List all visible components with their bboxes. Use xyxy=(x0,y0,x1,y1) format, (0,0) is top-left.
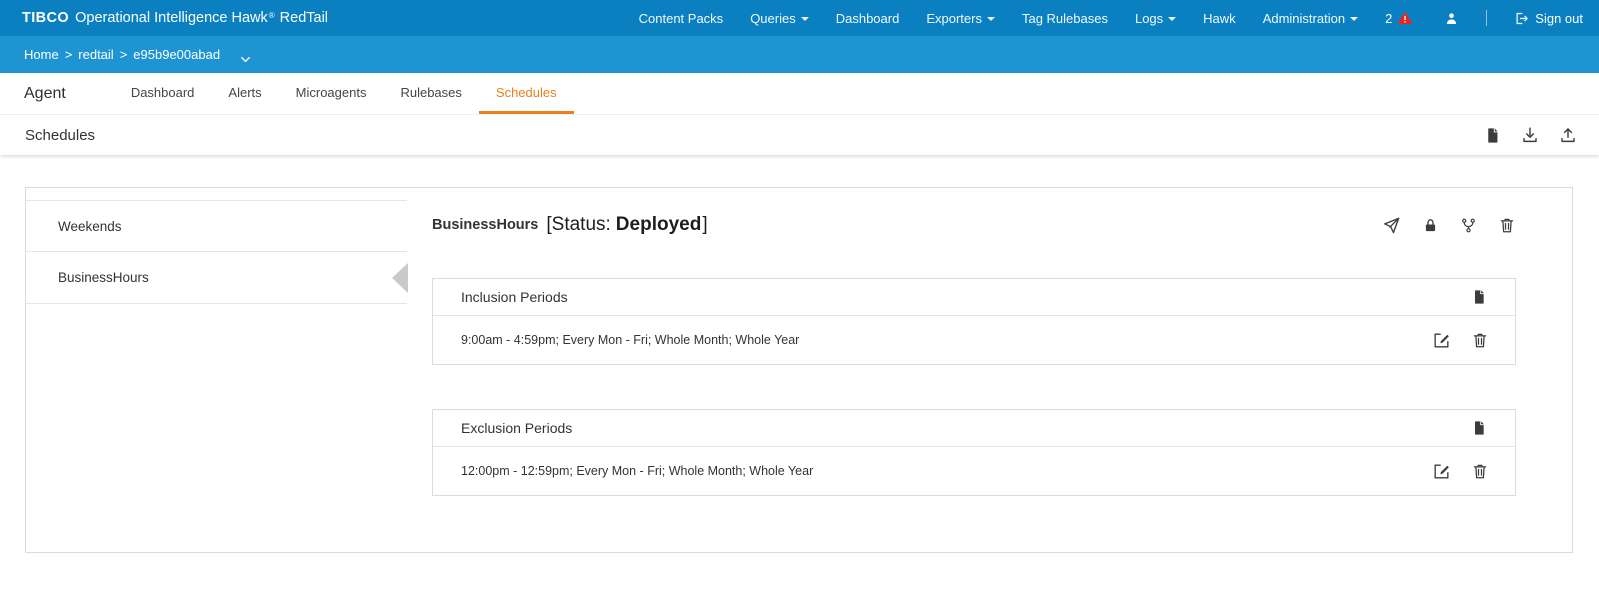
tab-dashboard[interactable]: Dashboard xyxy=(114,73,212,114)
inclusion-periods-card: Inclusion Periods 9:00am - 4:59pm; Every… xyxy=(432,278,1516,365)
delete-icon[interactable] xyxy=(1498,216,1516,234)
agent-tab-bar: Agent Dashboard Alerts Microagents Ruleb… xyxy=(0,73,1599,115)
status-value: Deployed xyxy=(616,214,702,235)
period-text: 9:00am - 4:59pm; Every Mon - Fri; Whole … xyxy=(461,333,799,347)
chevron-down-icon xyxy=(801,17,809,21)
lock-icon[interactable] xyxy=(1422,217,1439,234)
schedule-name: BusinessHours xyxy=(432,217,538,233)
top-navigation-bar: TIBCO Operational Intelligence Hawk ® Re… xyxy=(0,0,1599,36)
chevron-down-icon[interactable] xyxy=(238,52,253,67)
schedule-actions xyxy=(1382,216,1516,235)
top-nav: Content Packs Queries Dashboard Exporter… xyxy=(639,10,1583,26)
page-title: Agent xyxy=(24,73,66,114)
brand-name: TIBCO xyxy=(22,10,69,26)
tab-microagents[interactable]: Microagents xyxy=(279,73,384,114)
nav-tag-rulebases[interactable]: Tag Rulebases xyxy=(1022,11,1108,26)
exclusion-periods-card: Exclusion Periods 12:00pm - 12:59pm; Eve… xyxy=(432,409,1516,496)
chevron-down-icon xyxy=(987,17,995,21)
breadcrumb-separator: > xyxy=(120,47,128,62)
agent-tabs: Dashboard Alerts Microagents Rulebases S… xyxy=(114,73,574,114)
schedules-toolbar: Schedules xyxy=(0,115,1599,155)
main-content: Weekends BusinessHours BusinessHours [St… xyxy=(0,155,1599,553)
breadcrumb-separator: > xyxy=(65,47,73,62)
nav-content-packs[interactable]: Content Packs xyxy=(639,11,724,26)
breadcrumb-home[interactable]: Home xyxy=(24,47,59,62)
schedule-status: [Status:Deployed] xyxy=(546,214,707,236)
edit-icon[interactable] xyxy=(1432,331,1451,350)
inclusion-periods-header: Inclusion Periods xyxy=(433,279,1515,316)
period-section-title: Exclusion Periods xyxy=(461,420,572,436)
schedules-panel: Weekends BusinessHours BusinessHours [St… xyxy=(25,187,1573,553)
breadcrumb-redtail[interactable]: redtail xyxy=(78,47,113,62)
registered-mark: ® xyxy=(269,11,275,20)
download-icon[interactable] xyxy=(1521,126,1539,144)
brand-suite: Operational Intelligence Hawk xyxy=(75,10,268,26)
period-row-actions xyxy=(1432,462,1489,481)
sign-out-button[interactable]: Sign out xyxy=(1514,11,1583,26)
breadcrumb: Home > redtail > e95b9e00abad xyxy=(0,36,1599,73)
copy-schedule-icon[interactable] xyxy=(1484,127,1501,144)
schedule-item-businesshours[interactable]: BusinessHours xyxy=(26,252,407,304)
schedule-detail: BusinessHours [Status:Deployed] xyxy=(407,188,1572,552)
tab-rulebases[interactable]: Rulebases xyxy=(383,73,478,114)
period-row-actions xyxy=(1432,331,1489,350)
period-section-title: Inclusion Periods xyxy=(461,289,568,305)
user-icon[interactable] xyxy=(1444,11,1459,26)
nav-hawk[interactable]: Hawk xyxy=(1203,11,1236,26)
period-text: 12:00pm - 12:59pm; Every Mon - Fri; Whol… xyxy=(461,464,813,478)
nav-administration[interactable]: Administration xyxy=(1263,11,1358,26)
brand-logo[interactable]: TIBCO Operational Intelligence Hawk ® Re… xyxy=(22,10,328,26)
deploy-icon[interactable] xyxy=(1382,216,1401,235)
sign-out-icon xyxy=(1514,11,1529,26)
upload-icon[interactable] xyxy=(1559,126,1577,144)
nav-queries[interactable]: Queries xyxy=(750,11,809,26)
brand-product: RedTail xyxy=(280,10,328,26)
copy-period-icon[interactable] xyxy=(1471,420,1487,436)
edit-icon[interactable] xyxy=(1432,462,1451,481)
alert-count: 2 xyxy=(1385,11,1392,26)
schedule-detail-title: BusinessHours [Status:Deployed] xyxy=(432,214,708,236)
nav-logs[interactable]: Logs xyxy=(1135,11,1176,26)
section-title: Schedules xyxy=(25,127,95,144)
delete-icon[interactable] xyxy=(1471,462,1489,480)
schedule-detail-header: BusinessHours [Status:Deployed] xyxy=(432,210,1516,240)
section-toolbar-icons xyxy=(1484,126,1577,144)
chevron-down-icon xyxy=(1168,17,1176,21)
divider xyxy=(1486,10,1487,26)
tab-alerts[interactable]: Alerts xyxy=(211,73,278,114)
tab-schedules[interactable]: Schedules xyxy=(479,73,574,114)
schedule-item-weekends[interactable]: Weekends xyxy=(26,200,407,252)
delete-icon[interactable] xyxy=(1471,331,1489,349)
period-row: 9:00am - 4:59pm; Every Mon - Fri; Whole … xyxy=(433,316,1515,364)
selected-indicator-icon xyxy=(392,263,408,293)
chevron-down-icon xyxy=(1350,17,1358,21)
period-row: 12:00pm - 12:59pm; Every Mon - Fri; Whol… xyxy=(433,447,1515,495)
alerts-indicator[interactable]: 2 xyxy=(1385,10,1413,26)
versions-icon[interactable] xyxy=(1460,217,1477,234)
nav-exporters[interactable]: Exporters xyxy=(926,11,995,26)
nav-dashboard[interactable]: Dashboard xyxy=(836,11,900,26)
breadcrumb-agent-id[interactable]: e95b9e00abad xyxy=(133,47,220,62)
exclusion-periods-header: Exclusion Periods xyxy=(433,410,1515,447)
copy-period-icon[interactable] xyxy=(1471,289,1487,305)
warning-triangle-icon xyxy=(1397,10,1413,26)
schedule-list: Weekends BusinessHours xyxy=(26,188,407,552)
